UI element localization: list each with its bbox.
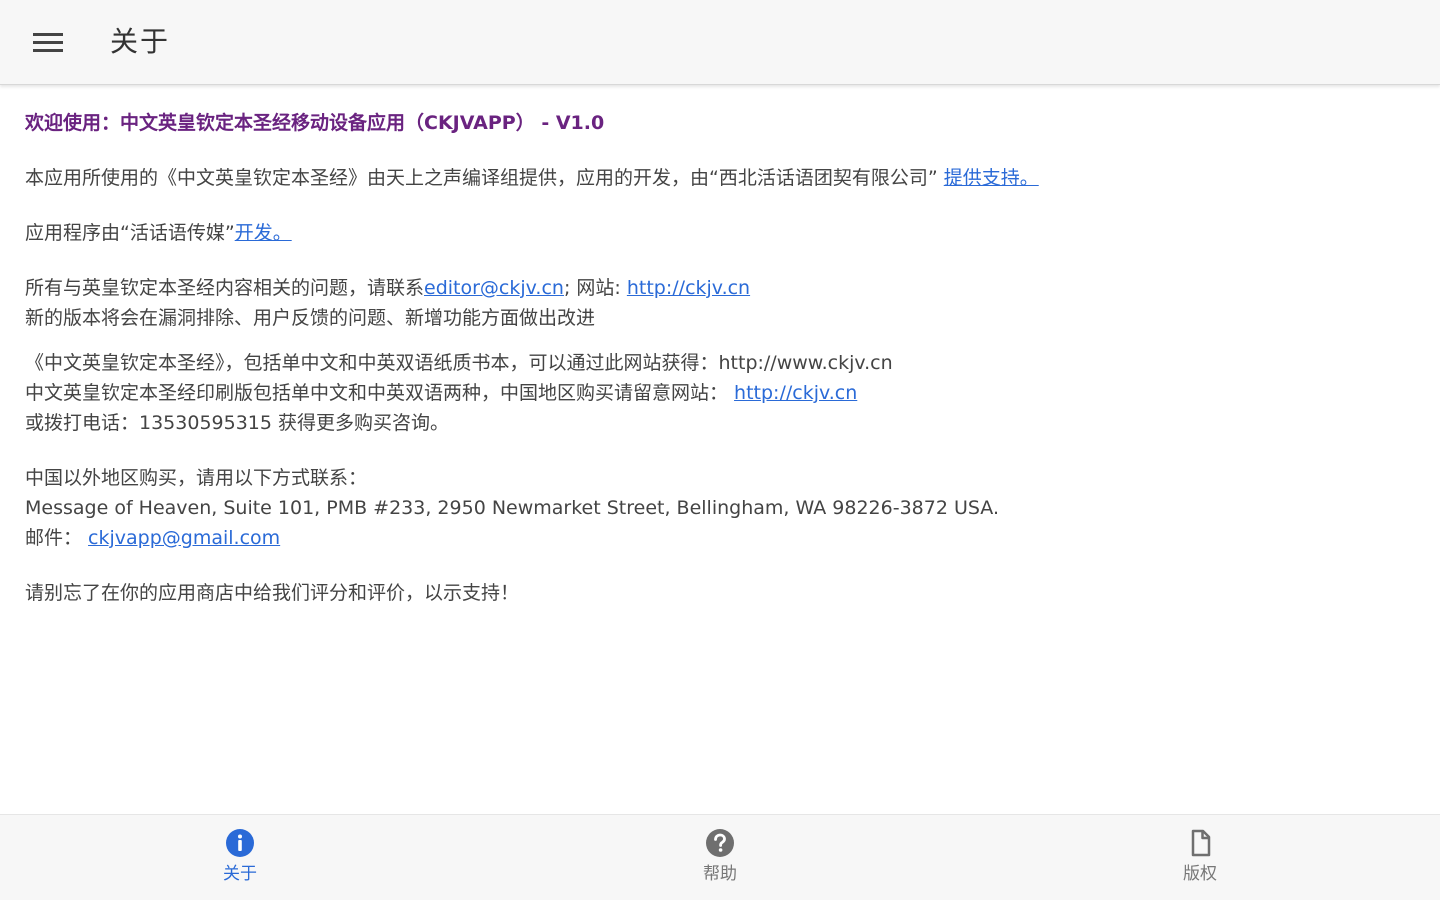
- developer-text: 应用程序由“活话语传媒”: [25, 222, 235, 244]
- tab-copyright-label: 版权: [1183, 864, 1217, 884]
- tab-about[interactable]: 关于: [160, 815, 320, 901]
- website-label: ; 网站:: [563, 277, 627, 299]
- tab-copyright[interactable]: 版权: [1120, 815, 1280, 901]
- phone-text: 或拨打电话：13530595315 获得更多购买咨询。: [25, 412, 450, 434]
- tab-help[interactable]: 帮助: [640, 815, 800, 901]
- hamburger-menu-icon: [33, 33, 63, 52]
- email-label: 邮件：: [25, 527, 89, 549]
- page-title: 关于: [110, 25, 171, 58]
- overseas-text: 中国以外地区购买，请用以下方式联系：: [25, 467, 368, 489]
- source-paragraph: 本应用所使用的《中文英皇钦定本圣经》由天上之声编译组提供，应用的开发，由“西北活…: [25, 163, 1415, 193]
- email-paragraph: 邮件： ckjvapp@gmail.com: [25, 523, 1415, 553]
- website-link[interactable]: http://ckjv.cn: [627, 277, 750, 299]
- purchase-info-text: 《中文英皇钦定本圣经》，包括单中文和中英双语纸质书本，可以通过此网站获得：htt…: [25, 352, 893, 374]
- tab-help-label: 帮助: [703, 864, 737, 884]
- print-edition-paragraph: 中文英皇钦定本圣经印刷版包括单中文和中英双语两种，中国地区购买请留意网站： ht…: [25, 378, 1415, 408]
- welcome-heading: 欢迎使用：中文英皇钦定本圣经移动设备应用（CKJVAPP） - V1.0: [25, 112, 605, 134]
- improvement-text: 新的版本将会在漏洞排除、用户反馈的问题、新增功能方面做出改进: [25, 307, 596, 329]
- menu-button[interactable]: [22, 18, 74, 66]
- source-text: 本应用所使用的《中文英皇钦定本圣经》由天上之声编译组提供，应用的开发，由“西北活…: [25, 167, 944, 189]
- tab-about-label: 关于: [223, 864, 257, 884]
- support-link[interactable]: 提供支持。: [944, 167, 1039, 189]
- document-icon: [1184, 827, 1216, 859]
- rating-request-text: 请别忘了在你的应用商店中给我们评分和评价，以示支持！: [25, 582, 520, 604]
- editor-email-link[interactable]: editor@ckjv.cn: [424, 277, 564, 299]
- mailing-address: Message of Heaven, Suite 101, PMB #233, …: [25, 497, 999, 519]
- info-icon: [224, 827, 256, 859]
- about-content: 欢迎使用：中文英皇钦定本圣经移动设备应用（CKJVAPP） - V1.0 本应用…: [25, 100, 1415, 608]
- developer-link[interactable]: 开发。: [235, 222, 292, 244]
- contact-paragraph: 所有与英皇钦定本圣经内容相关的问题，请联系editor@ckjv.cn; 网站:…: [25, 273, 1415, 303]
- help-icon: [704, 827, 736, 859]
- bottom-navigation: 关于 帮助 版权: [0, 814, 1440, 900]
- developer-paragraph: 应用程序由“活话语传媒”开发。: [25, 218, 1415, 248]
- app-email-link[interactable]: ckjvapp@gmail.com: [88, 527, 280, 549]
- china-purchase-link[interactable]: http://ckjv.cn: [734, 382, 857, 404]
- print-edition-text: 中文英皇钦定本圣经印刷版包括单中文和中英双语两种，中国地区购买请留意网站：: [25, 382, 735, 404]
- app-bar: 关于: [0, 0, 1440, 85]
- contact-text: 所有与英皇钦定本圣经内容相关的问题，请联系: [25, 277, 425, 299]
